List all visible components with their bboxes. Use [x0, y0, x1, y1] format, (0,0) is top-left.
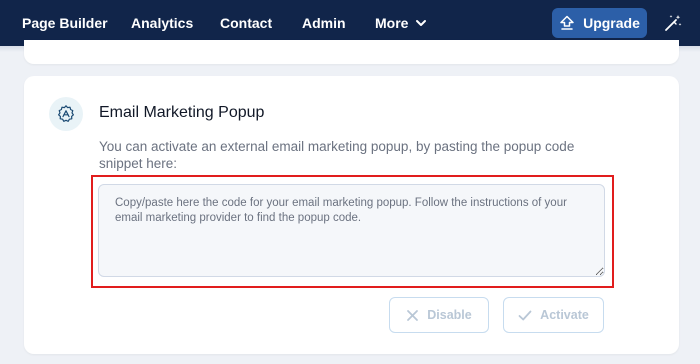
chevron-down-icon — [416, 20, 427, 26]
section-description: You can activate an external email marke… — [99, 139, 575, 171]
popup-code-textarea[interactable] — [98, 184, 605, 277]
section-title: Email Marketing Popup — [99, 104, 265, 121]
disable-label: Disable — [427, 308, 472, 322]
previous-settings-card — [24, 40, 679, 64]
upload-arrow-icon — [560, 15, 574, 30]
settings-badge — [49, 97, 83, 131]
activate-button[interactable]: Activate — [503, 297, 604, 333]
activate-label: Activate — [540, 308, 589, 322]
magic-wand-icon[interactable] — [663, 13, 683, 33]
settings-gear-icon — [58, 105, 74, 122]
upgrade-button[interactable]: Upgrade — [552, 8, 647, 38]
x-icon — [407, 309, 419, 321]
disable-button[interactable]: Disable — [389, 297, 489, 333]
upgrade-label: Upgrade — [583, 15, 640, 31]
check-icon — [518, 310, 532, 320]
